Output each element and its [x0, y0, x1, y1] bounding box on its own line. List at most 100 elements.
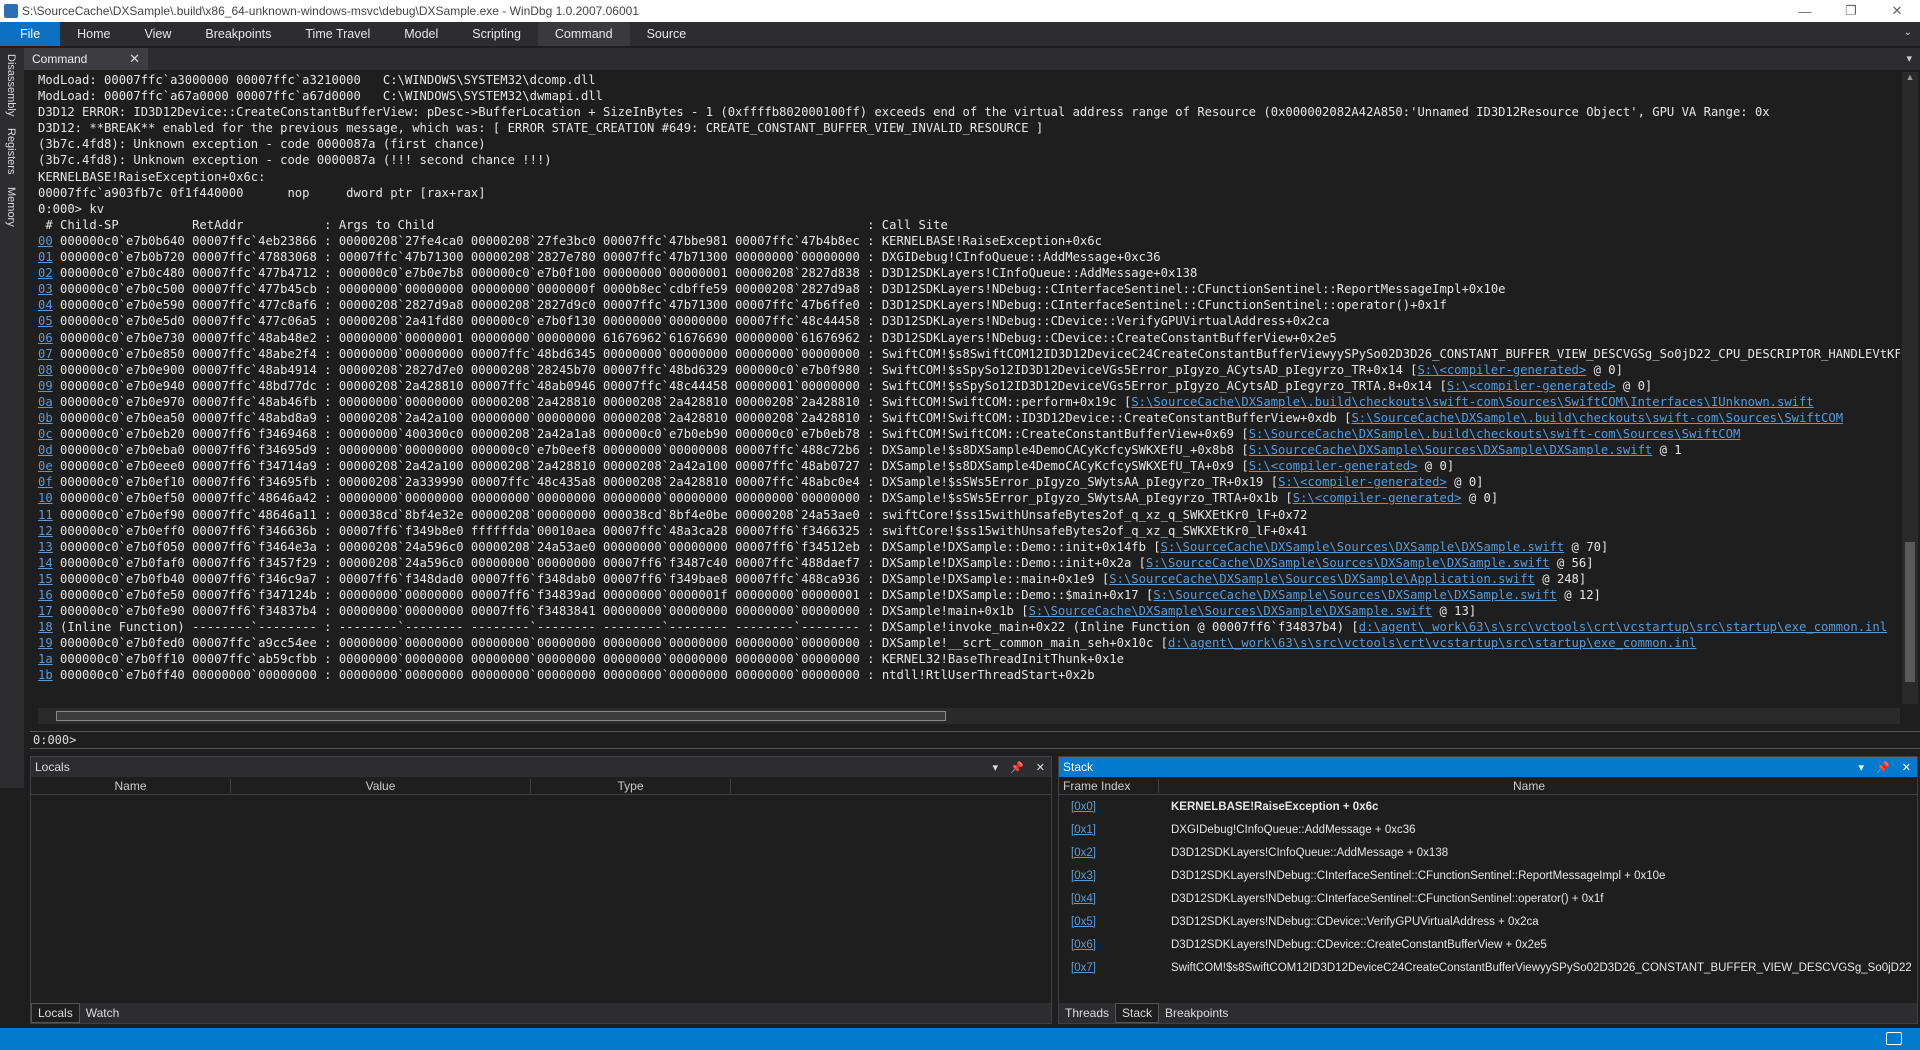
frame-number-link[interactable]: 11	[38, 508, 53, 522]
column-header-value[interactable]: Value	[231, 778, 531, 793]
dropdown-icon[interactable]: ▾	[993, 761, 999, 774]
pin-icon[interactable]: 📌	[1010, 761, 1024, 774]
command-vertical-scrollbar[interactable]: ▲	[1902, 72, 1918, 704]
column-header-frame-index[interactable]: Frame Index	[1059, 778, 1159, 793]
frame-index-link[interactable]: [0x1]	[1059, 824, 1171, 836]
ribbon-collapse-chevron-icon[interactable]: ⌄	[1904, 27, 1912, 38]
frame-number-link[interactable]: 15	[38, 572, 53, 586]
frame-number-link[interactable]: 18	[38, 620, 53, 634]
frame-number-link[interactable]: 09	[38, 379, 53, 393]
frame-number-link[interactable]: 0a	[38, 395, 53, 409]
tab-watch[interactable]: Watch	[80, 1004, 126, 1022]
frame-number-link[interactable]: 08	[38, 363, 53, 377]
tab-threads[interactable]: Threads	[1059, 1004, 1115, 1022]
side-tab-memory[interactable]: Memory	[0, 181, 22, 233]
menu-time-travel[interactable]: Time Travel	[288, 22, 387, 46]
frame-index-link[interactable]: [0x2]	[1059, 847, 1171, 859]
frame-number-link[interactable]: 0c	[38, 427, 53, 441]
frame-index-link[interactable]: [0x5]	[1059, 916, 1171, 928]
table-row[interactable]: [0x0] KERNELBASE!RaiseException + 0x6c	[1059, 795, 1917, 818]
frame-number-link[interactable]: 0f	[38, 475, 53, 489]
source-link[interactable]: S:\SourceCache\DXSample\.build\checkouts…	[1131, 395, 1813, 409]
frame-number-link[interactable]: 06	[38, 331, 53, 345]
frame-index-link[interactable]: [0x4]	[1059, 893, 1171, 905]
source-link[interactable]: S:\SourceCache\DXSample\Sources\DXSample…	[1153, 588, 1557, 602]
frame-number-link[interactable]: 12	[38, 524, 53, 538]
frame-index-link[interactable]: [0x3]	[1059, 870, 1171, 882]
column-header-name[interactable]: Name	[31, 778, 231, 793]
frame-number-link[interactable]: 17	[38, 604, 53, 618]
tab-locals[interactable]: Locals	[31, 1003, 80, 1023]
frame-index-link[interactable]: [0x7]	[1059, 962, 1171, 974]
source-link[interactable]: S:\<compiler-generated>	[1249, 459, 1418, 473]
table-row[interactable]: [0x7] SwiftCOM!$s8SwiftCOM12ID3D12DeviceC…	[1059, 956, 1917, 979]
frame-number-link[interactable]: 0e	[38, 459, 53, 473]
source-link[interactable]: S:\<compiler-generated>	[1293, 491, 1462, 505]
tab-overflow-chevron-icon[interactable]: ▾	[1906, 52, 1912, 65]
frame-number-link[interactable]: 00	[38, 234, 53, 248]
tab-breakpoints[interactable]: Breakpoints	[1159, 1004, 1234, 1022]
source-link[interactable]: S:\<compiler-generated>	[1278, 475, 1447, 489]
frame-index-link[interactable]: [0x6]	[1059, 939, 1171, 951]
tab-command[interactable]: Command ✕	[24, 48, 148, 70]
table-row[interactable]: [0x3] D3D12SDKLayers!NDebug::CInterfaceSe…	[1059, 864, 1917, 887]
menu-file[interactable]: File	[0, 22, 61, 46]
tab-stack[interactable]: Stack	[1115, 1003, 1160, 1023]
source-link[interactable]: S:\SourceCache\DXSample\Sources\DXSample…	[1249, 443, 1653, 457]
frame-number-link[interactable]: 10	[38, 491, 53, 505]
table-row[interactable]: [0x4] D3D12SDKLayers!NDebug::CInterfaceSe…	[1059, 887, 1917, 910]
source-link[interactable]: S:\SourceCache\DXSample\.build\checkouts…	[1249, 427, 1741, 441]
source-link[interactable]: S:\SourceCache\DXSample\Sources\DXSample…	[1029, 604, 1433, 618]
frame-number-link[interactable]: 14	[38, 556, 53, 570]
scroll-up-arrow-icon[interactable]: ▲	[1902, 72, 1918, 86]
side-tab-disassembly[interactable]: Disassembly	[0, 48, 22, 122]
frame-number-link[interactable]: 05	[38, 314, 53, 328]
frame-number-link[interactable]: 01	[38, 250, 53, 264]
frame-number-link[interactable]: 19	[38, 636, 53, 650]
menu-scripting[interactable]: Scripting	[455, 22, 538, 46]
frame-number-link[interactable]: 1b	[38, 668, 53, 682]
dropdown-icon[interactable]: ▾	[1859, 761, 1865, 774]
frame-number-link[interactable]: 04	[38, 298, 53, 312]
frame-number-link[interactable]: 0d	[38, 443, 53, 457]
table-row[interactable]: [0x2] D3D12SDKLayers!CInfoQueue::AddMessa…	[1059, 841, 1917, 864]
frame-number-link[interactable]: 16	[38, 588, 53, 602]
source-link[interactable]: S:\SourceCache\DXSample\Sources\DXSample…	[1109, 572, 1535, 586]
minimize-button[interactable]: —	[1782, 0, 1828, 22]
feedback-chat-icon[interactable]	[1886, 1032, 1902, 1045]
menu-home[interactable]: Home	[60, 22, 127, 46]
command-horizontal-scrollbar[interactable]	[38, 708, 1900, 724]
restore-button[interactable]: ❐	[1828, 0, 1874, 22]
close-icon[interactable]: ✕	[1902, 761, 1911, 774]
frame-number-link[interactable]: 03	[38, 282, 53, 296]
source-link[interactable]: S:\<compiler-generated>	[1447, 379, 1616, 393]
menu-view[interactable]: View	[128, 22, 189, 46]
frame-number-link[interactable]: 1a	[38, 652, 53, 666]
source-link[interactable]: S:\<compiler-generated>	[1417, 363, 1586, 377]
menu-breakpoints[interactable]: Breakpoints	[188, 22, 288, 46]
table-row[interactable]: [0x1] DXGIDebug!CInfoQueue::AddMessage + …	[1059, 818, 1917, 841]
table-row[interactable]: [0x5] D3D12SDKLayers!NDebug::CDevice::Ver…	[1059, 910, 1917, 933]
source-link[interactable]: S:\SourceCache\DXSample\Sources\DXSample…	[1161, 540, 1565, 554]
column-header-type[interactable]: Type	[531, 778, 731, 793]
frame-number-link[interactable]: 0b	[38, 411, 53, 425]
source-link[interactable]: d:\agent\_work\63\s\src\vctools\crt\vcst…	[1168, 636, 1696, 650]
close-icon[interactable]: ✕	[129, 51, 140, 67]
source-link[interactable]: S:\SourceCache\DXSample\Sources\DXSample…	[1146, 556, 1550, 570]
menu-command[interactable]: Command	[537, 22, 630, 46]
source-link[interactable]: S:\SourceCache\DXSample\.build\checkouts…	[1351, 411, 1843, 425]
frame-number-link[interactable]: 02	[38, 266, 53, 280]
column-header-name[interactable]: Name	[1159, 779, 1899, 793]
table-row[interactable]: [0x6] D3D12SDKLayers!NDebug::CDevice::Cre…	[1059, 933, 1917, 956]
menu-model[interactable]: Model	[387, 22, 455, 46]
close-icon[interactable]: ✕	[1036, 761, 1045, 774]
frame-index-link[interactable]: [0x0]	[1059, 801, 1171, 813]
command-input[interactable]	[80, 733, 1881, 747]
pin-icon[interactable]: 📌	[1876, 761, 1890, 774]
scroll-thumb[interactable]	[1905, 542, 1915, 682]
scroll-thumb[interactable]	[56, 711, 946, 721]
frame-number-link[interactable]: 13	[38, 540, 53, 554]
frame-number-link[interactable]: 07	[38, 347, 53, 361]
source-link[interactable]: d:\agent\_work\63\s\src\vctools\crt\vcst…	[1359, 620, 1887, 634]
command-output[interactable]: ModLoad: 00007ffc`a3000000 00007ffc`a321…	[30, 72, 1900, 698]
